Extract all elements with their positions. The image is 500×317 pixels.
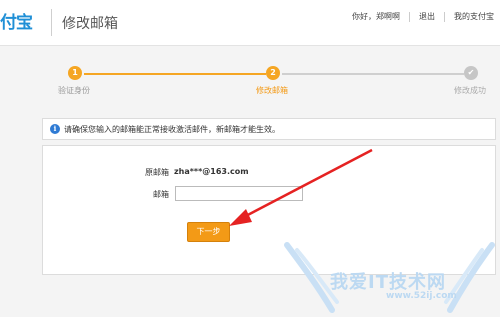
logout-link[interactable]: 退出 <box>419 11 435 22</box>
step-3-label: 修改成功 <box>454 86 486 95</box>
header: 付宝 修改邮箱 你好，郑啊啊 退出 我的支付宝 <box>0 0 500 46</box>
step-2-circle: 2 <box>266 66 280 80</box>
change-email-form: 原邮箱 zha***@163.com 邮箱 下一步 <box>42 145 496 275</box>
progress-steps: 1 验证身份 2 修改邮箱 ✔ 修改成功 <box>0 60 500 100</box>
step-3-check-icon: ✔ <box>464 66 478 80</box>
nav-divider <box>409 11 410 22</box>
my-alipay-link[interactable]: 我的支付宝 <box>454 11 494 22</box>
alipay-logo[interactable]: 付宝 <box>0 8 33 33</box>
nav-divider <box>444 11 445 22</box>
original-email-value: zha***@163.com <box>174 167 249 176</box>
info-icon: i <box>50 124 60 134</box>
page-title: 修改邮箱 <box>62 16 118 32</box>
header-divider <box>51 9 52 36</box>
top-nav: 你好，郑啊啊 退出 我的支付宝 <box>352 11 494 22</box>
notice-box: i 请确保您输入的邮箱能正常接收激活邮件，新邮箱才能生效。 <box>42 118 496 140</box>
progress-line-completed <box>84 73 266 75</box>
greeting-text: 你好，郑啊啊 <box>352 12 400 21</box>
email-input[interactable] <box>175 186 303 201</box>
notice-text: 请确保您输入的邮箱能正常接收激活邮件，新邮箱才能生效。 <box>64 125 280 134</box>
next-step-button[interactable]: 下一步 <box>187 222 230 242</box>
original-email-label: 原邮箱 <box>145 168 169 177</box>
step-1-circle: 1 <box>68 66 82 80</box>
step-1-label: 验证身份 <box>58 86 90 95</box>
step-2-label: 修改邮箱 <box>256 86 288 95</box>
email-label: 邮箱 <box>153 190 169 199</box>
watermark-url: www.52ij.com <box>386 291 457 301</box>
progress-line-pending <box>282 73 464 75</box>
